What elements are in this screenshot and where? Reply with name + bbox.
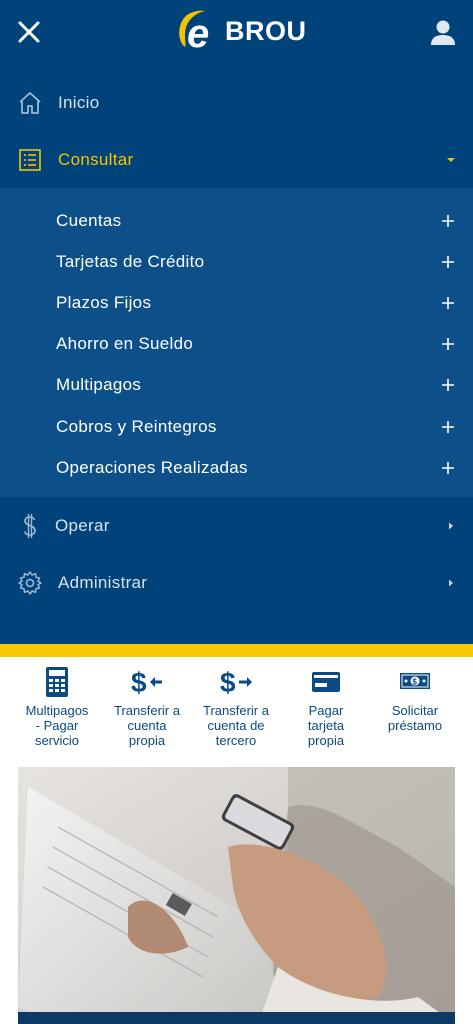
submenu-item-label: Ahorro en Sueldo [56, 333, 194, 353]
svg-text:$: $ [131, 667, 147, 698]
submenu-item-label: Multipagos [56, 374, 142, 394]
accent-divider [0, 644, 473, 657]
close-icon [18, 21, 40, 43]
submenu-item-tarjetas[interactable]: Tarjetas de Crédito [0, 241, 473, 282]
menu-item-consultar[interactable]: Consultar [0, 131, 473, 188]
list-icon [19, 148, 41, 171]
quick-action-label-line3: propia [128, 733, 166, 748]
plus-icon [442, 378, 454, 391]
quick-action-label-line1: Transferir a [114, 703, 180, 718]
logo-e-icon: e [179, 10, 209, 55]
plus-icon [442, 461, 454, 474]
dollar-icon [24, 513, 36, 538]
submenu-item-multipagos[interactable]: Multipagos [0, 364, 473, 405]
submenu-item-label: Operaciones Realizadas [56, 457, 248, 477]
menu-item-label: Administrar [58, 572, 148, 592]
transfer-third-icon: $ [220, 667, 252, 698]
menu-item-label: Inicio [58, 92, 100, 112]
quick-action-label-line3: propia [307, 733, 345, 748]
submenu-item-plazos-fijos[interactable]: Plazos Fijos [0, 282, 473, 323]
credit-card-icon [312, 672, 340, 692]
navigation-menu: Inicio Consultar Cuentas Tarjetas de Cré… [0, 66, 473, 644]
plus-icon [442, 337, 454, 350]
promo-bottom-bar [18, 1012, 455, 1024]
quick-action-pay-card[interactable]: Pagar tarjeta propia [280, 665, 372, 748]
submenu-item-cuentas[interactable]: Cuentas [0, 200, 473, 241]
promo-image[interactable] [18, 767, 455, 1024]
quick-action-label-line2: tarjeta [307, 718, 345, 733]
plus-icon [442, 420, 454, 433]
consultar-submenu: Cuentas Tarjetas de Crédito Plazos Fijos… [0, 188, 473, 497]
caret-down-icon [447, 157, 455, 162]
quick-action-label-line1: Solicitar [391, 703, 439, 718]
calculator-icon [46, 667, 68, 697]
submenu-item-label: Tarjetas de Crédito [56, 251, 205, 271]
quick-action-label-line1: Multipagos [25, 703, 89, 718]
submenu-item-label: Plazos Fijos [56, 292, 152, 312]
menu-item-administrar[interactable]: Administrar [0, 554, 473, 611]
plus-icon [442, 255, 454, 268]
logo-text: BROU [225, 15, 307, 46]
svg-text:$: $ [220, 667, 236, 698]
quick-action-label-line2: préstamo [387, 718, 443, 733]
user-icon [431, 20, 455, 45]
submenu-item-cobros[interactable]: Cobros y Reintegros [0, 406, 473, 447]
quick-action-transfer-third[interactable]: $ Transferir a cuenta de tercero [190, 665, 282, 748]
menu-item-label: Consultar [58, 149, 134, 169]
user-profile-button[interactable] [427, 18, 459, 48]
submenu-item-label: Cobros y Reintegros [56, 416, 217, 436]
menu-item-label: Operar [55, 515, 110, 535]
brou-logo: e BROU [175, 5, 307, 57]
submenu-item-label: Cuentas [56, 210, 122, 230]
chevron-right-icon [449, 579, 453, 586]
submenu-item-operaciones[interactable]: Operaciones Realizadas [0, 447, 473, 488]
plus-icon [442, 214, 454, 227]
gear-icon [18, 570, 42, 595]
close-menu-button[interactable] [14, 17, 44, 47]
menu-item-inicio[interactable]: Inicio [0, 74, 473, 131]
menu-item-operar[interactable]: Operar [0, 497, 473, 554]
submenu-item-ahorro-sueldo[interactable]: Ahorro en Sueldo [0, 323, 473, 364]
transfer-own-icon: $ [131, 667, 162, 698]
svg-text:$: $ [412, 678, 417, 687]
quick-action-loan[interactable]: $ Solicitar préstamo [369, 665, 461, 733]
quick-action-multipagos[interactable]: Multipagos - Pagar servicio [11, 665, 103, 748]
banknote-icon: $ [400, 673, 430, 689]
quick-action-label-line2: - Pagar [35, 718, 79, 733]
chevron-right-icon [449, 522, 453, 529]
quick-action-transfer-own[interactable]: $ Transferir a cuenta propia [101, 665, 193, 748]
plus-icon [442, 296, 454, 309]
app-header: e BROU [0, 0, 473, 66]
quick-action-label-line2: cuenta [127, 718, 167, 733]
promo-photo-illustration [18, 767, 455, 1024]
quick-action-label-line2: cuenta de [207, 718, 265, 733]
svg-text:e: e [187, 12, 209, 55]
quick-actions: Multipagos - Pagar servicio $ Transferir… [0, 657, 473, 761]
quick-action-label-line3: tercero [215, 733, 257, 748]
quick-action-label-line1: Transferir a [203, 703, 269, 718]
quick-action-label-line1: Pagar [308, 703, 344, 718]
home-icon [19, 91, 41, 114]
quick-action-label-line3: servicio [34, 733, 80, 748]
